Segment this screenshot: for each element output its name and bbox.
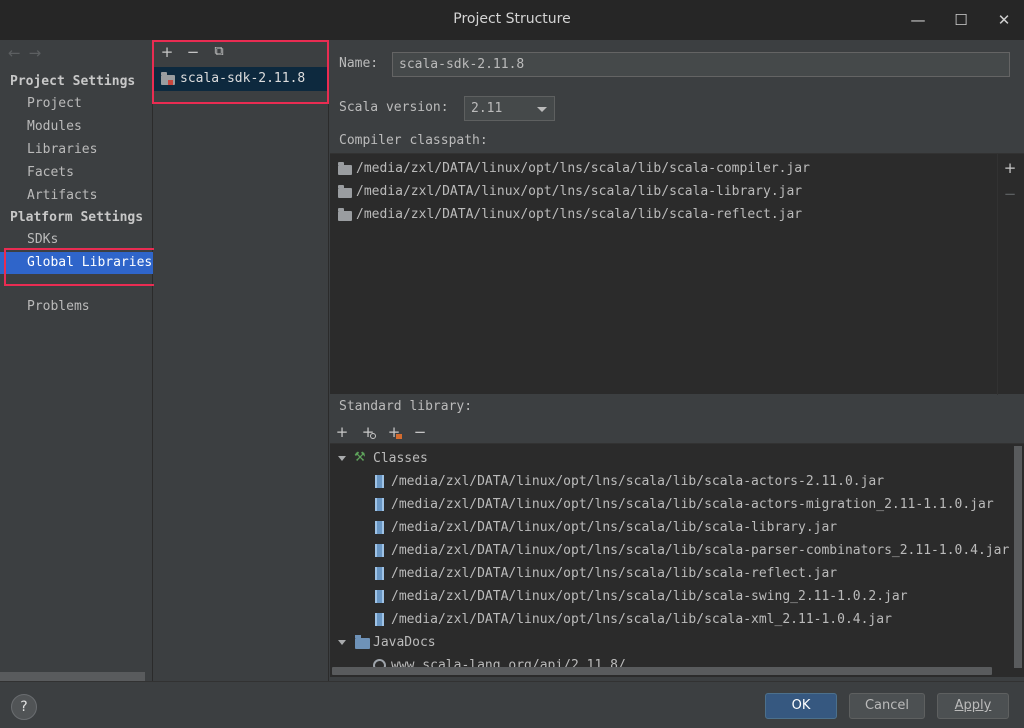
expand-arrow-icon[interactable] bbox=[338, 456, 346, 461]
back-arrow-icon[interactable]: ← bbox=[8, 44, 29, 62]
jar-icon bbox=[375, 567, 384, 580]
scala-version-label: Scala version: bbox=[339, 100, 449, 115]
jar-icon bbox=[375, 521, 384, 534]
folder-icon bbox=[338, 162, 352, 175]
library-name-input[interactable]: scala-sdk-2.11.8 bbox=[392, 52, 1010, 77]
name-label: Name: bbox=[339, 56, 379, 71]
nav-item-facets[interactable]: Facets bbox=[0, 162, 153, 184]
project-settings-header: Project Settings bbox=[10, 74, 136, 89]
scala-version-select[interactable]: 2.11 bbox=[464, 96, 555, 121]
chevron-down-icon bbox=[537, 107, 547, 112]
standard-library-label: Standard library: bbox=[339, 399, 473, 414]
library-list-panel: + − ⧉ scala-sdk-2.11.8 bbox=[154, 40, 329, 681]
expand-arrow-icon[interactable] bbox=[338, 640, 346, 645]
platform-settings-header: Platform Settings bbox=[10, 210, 144, 225]
tree-row[interactable]: /media/zxl/DATA/linux/opt/lns/scala/lib/… bbox=[330, 539, 1010, 562]
nav-item-project[interactable]: Project bbox=[0, 93, 153, 115]
folder-icon bbox=[338, 185, 352, 198]
nav-horizontal-scrollbar[interactable] bbox=[0, 672, 145, 681]
classpath-path: /media/zxl/DATA/linux/opt/lns/scala/lib/… bbox=[356, 184, 803, 199]
tree-vertical-scrollbar[interactable] bbox=[1014, 446, 1022, 668]
standard-library-toolbar: + + + − bbox=[330, 420, 1024, 444]
list-item[interactable]: /media/zxl/DATA/linux/opt/lns/scala/lib/… bbox=[330, 203, 998, 226]
help-button[interactable]: ? bbox=[11, 694, 37, 720]
settings-nav: ←→ Project Settings Project Modules Libr… bbox=[0, 40, 153, 681]
jar-icon bbox=[375, 544, 384, 557]
nav-item-modules[interactable]: Modules bbox=[0, 116, 153, 138]
class-path: /media/zxl/DATA/linux/opt/lns/scala/lib/… bbox=[391, 543, 1010, 558]
tree-node-classes[interactable]: ⚒ Classes bbox=[330, 447, 1010, 470]
list-item[interactable]: /media/zxl/DATA/linux/opt/lns/scala/lib/… bbox=[330, 157, 998, 180]
history-arrows: ←→ bbox=[8, 44, 49, 62]
add-jar-button[interactable]: + bbox=[384, 422, 404, 442]
jar-icon bbox=[375, 498, 384, 511]
class-path: /media/zxl/DATA/linux/opt/lns/scala/lib/… bbox=[391, 497, 994, 512]
classpath-path: /media/zxl/DATA/linux/opt/lns/scala/lib/… bbox=[356, 161, 810, 176]
apply-button[interactable]: Apply bbox=[937, 693, 1009, 719]
jar-badge-icon bbox=[396, 434, 402, 439]
remove-button[interactable]: − bbox=[410, 422, 430, 442]
standard-library-tree: ⚒ Classes /media/zxl/DATA/linux/opt/lns/… bbox=[330, 443, 1024, 677]
nav-item-libraries[interactable]: Libraries bbox=[0, 139, 153, 161]
class-path: /media/zxl/DATA/linux/opt/lns/scala/lib/… bbox=[391, 474, 885, 489]
remove-classpath-button[interactable]: − bbox=[1002, 186, 1018, 202]
tree-node-label: Classes bbox=[373, 451, 428, 466]
add-classpath-button[interactable]: + bbox=[1002, 160, 1018, 176]
title-bar: Project Structure — ☐ ✕ bbox=[0, 0, 1024, 40]
compiler-classpath-label: Compiler classpath: bbox=[339, 133, 488, 148]
minimize-icon[interactable]: — bbox=[906, 8, 930, 32]
nav-item-problems[interactable]: Problems bbox=[0, 296, 153, 318]
dialog-button-bar: ? OK Cancel Apply bbox=[0, 681, 1024, 728]
globe-badge-icon bbox=[370, 433, 376, 439]
jar-icon bbox=[375, 613, 384, 626]
add-button[interactable]: + bbox=[332, 422, 352, 442]
compiler-classpath-list: /media/zxl/DATA/linux/opt/lns/scala/lib/… bbox=[330, 154, 998, 395]
cancel-button[interactable]: Cancel bbox=[849, 693, 925, 719]
tree-row[interactable]: /media/zxl/DATA/linux/opt/lns/scala/lib/… bbox=[330, 608, 1010, 631]
tree-node-javadocs[interactable]: JavaDocs bbox=[330, 631, 1010, 654]
tree-node-label: JavaDocs bbox=[373, 635, 436, 650]
close-icon[interactable]: ✕ bbox=[992, 8, 1016, 32]
tree-row[interactable]: /media/zxl/DATA/linux/opt/lns/scala/lib/… bbox=[330, 562, 1010, 585]
library-details-panel: Name: scala-sdk-2.11.8 Scala version: 2.… bbox=[330, 40, 1024, 681]
ok-button[interactable]: OK bbox=[765, 693, 837, 719]
class-path: /media/zxl/DATA/linux/opt/lns/scala/lib/… bbox=[391, 566, 838, 581]
maximize-icon[interactable]: ☐ bbox=[949, 8, 973, 32]
tree-row[interactable]: /media/zxl/DATA/linux/opt/lns/scala/lib/… bbox=[330, 585, 1010, 608]
jar-icon bbox=[375, 590, 384, 603]
tree-horizontal-scrollbar[interactable] bbox=[332, 667, 992, 675]
tree-row[interactable]: /media/zxl/DATA/linux/opt/lns/scala/lib/… bbox=[330, 493, 1010, 516]
forward-arrow-icon[interactable]: → bbox=[29, 44, 50, 62]
class-path: /media/zxl/DATA/linux/opt/lns/scala/lib/… bbox=[391, 589, 908, 604]
javadocs-folder-icon bbox=[355, 635, 370, 649]
class-path: /media/zxl/DATA/linux/opt/lns/scala/lib/… bbox=[391, 612, 892, 627]
hammer-icon: ⚒ bbox=[354, 450, 366, 465]
classpath-path: /media/zxl/DATA/linux/opt/lns/scala/lib/… bbox=[356, 207, 803, 222]
class-path: /media/zxl/DATA/linux/opt/lns/scala/lib/… bbox=[391, 520, 838, 535]
tree-row[interactable]: /media/zxl/DATA/linux/opt/lns/scala/lib/… bbox=[330, 470, 1010, 493]
tree-row[interactable]: /media/zxl/DATA/linux/opt/lns/scala/lib/… bbox=[330, 516, 1010, 539]
window-title: Project Structure bbox=[453, 11, 571, 27]
global-libraries-highlight bbox=[4, 248, 161, 286]
jar-icon bbox=[375, 475, 384, 488]
scala-version-value: 2.11 bbox=[471, 101, 503, 116]
list-item[interactable]: /media/zxl/DATA/linux/opt/lns/scala/lib/… bbox=[330, 180, 998, 203]
library-list-highlight bbox=[152, 40, 329, 104]
compiler-classpath-panel: /media/zxl/DATA/linux/opt/lns/scala/lib/… bbox=[330, 153, 1024, 395]
folder-icon bbox=[338, 208, 352, 221]
add-specification-button[interactable]: + bbox=[358, 422, 378, 442]
nav-item-artifacts[interactable]: Artifacts bbox=[0, 185, 153, 207]
